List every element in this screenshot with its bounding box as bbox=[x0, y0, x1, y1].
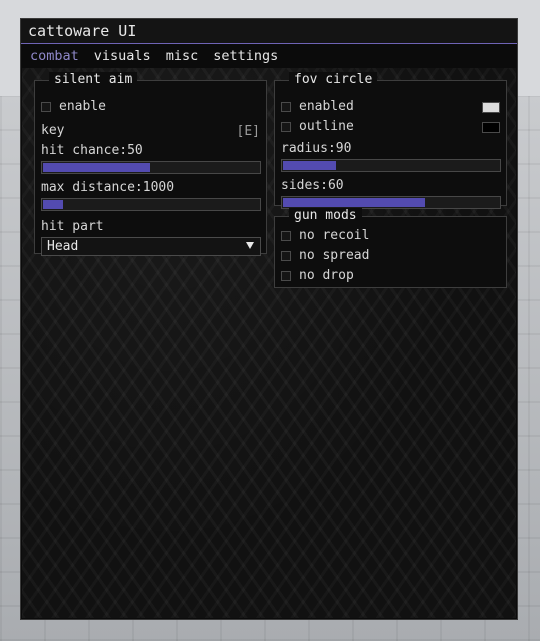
no-spread-checkbox[interactable] bbox=[281, 251, 291, 261]
max-distance-value: 1000 bbox=[142, 180, 175, 195]
sides-label: sides:60 bbox=[281, 178, 344, 194]
max-distance-slider-fill bbox=[43, 200, 63, 209]
no-drop-checkbox[interactable] bbox=[281, 271, 291, 281]
cheat-menu-window: cattoware UI combat visuals misc setting… bbox=[20, 18, 518, 620]
no-spread-label[interactable]: no spread bbox=[299, 248, 369, 264]
fov-outline-checkbox[interactable] bbox=[281, 122, 291, 132]
chevron-down-icon bbox=[246, 242, 254, 249]
no-recoil-label[interactable]: no recoil bbox=[299, 228, 369, 244]
sides-label-text: sides: bbox=[281, 178, 328, 193]
fov-circle-group: fov circle enabled outline radius:90 sid… bbox=[274, 72, 507, 209]
tab-content-area: silent aim enable key [E] hit chance:50 … bbox=[22, 68, 516, 618]
silent-aim-title: silent aim bbox=[49, 72, 138, 88]
radius-label-text: radius: bbox=[281, 141, 336, 156]
no-drop-label[interactable]: no drop bbox=[299, 268, 354, 284]
hit-chance-label-text: hit chance: bbox=[41, 143, 128, 158]
hit-part-dropdown[interactable]: Head bbox=[41, 237, 261, 256]
no-recoil-checkbox[interactable] bbox=[281, 231, 291, 241]
tab-misc[interactable]: misc bbox=[166, 48, 199, 64]
tab-bar: combat visuals misc settings bbox=[21, 44, 517, 68]
window-title[interactable]: cattoware UI bbox=[21, 19, 517, 44]
tab-combat[interactable]: combat bbox=[30, 48, 79, 64]
hit-part-selected: Head bbox=[47, 239, 79, 254]
max-distance-slider[interactable] bbox=[41, 198, 261, 211]
hit-chance-slider-fill bbox=[43, 163, 150, 172]
sides-slider-fill bbox=[283, 198, 425, 207]
hit-chance-value: 50 bbox=[127, 143, 143, 158]
key-label: key bbox=[41, 123, 65, 138]
tab-visuals[interactable]: visuals bbox=[94, 48, 151, 64]
hit-chance-label: hit chance:50 bbox=[41, 143, 143, 159]
silent-aim-group: silent aim enable key [E] hit chance:50 … bbox=[34, 72, 267, 256]
fov-outline-color-picker[interactable] bbox=[482, 122, 500, 133]
fov-enabled-color-picker[interactable] bbox=[482, 102, 500, 113]
hit-chance-slider[interactable] bbox=[41, 161, 261, 174]
tab-settings[interactable]: settings bbox=[213, 48, 278, 64]
radius-slider[interactable] bbox=[281, 159, 501, 172]
keybind-value[interactable]: [E] bbox=[237, 124, 260, 140]
radius-value: 90 bbox=[335, 141, 352, 156]
hit-part-label: hit part bbox=[41, 219, 104, 234]
max-distance-label-text: max distance: bbox=[41, 180, 143, 195]
silent-aim-enable-label[interactable]: enable bbox=[59, 99, 106, 115]
fov-enabled-label[interactable]: enabled bbox=[299, 99, 354, 115]
max-distance-label: max distance:1000 bbox=[41, 180, 174, 196]
gun-mods-title: gun mods bbox=[289, 208, 362, 224]
silent-aim-enable-checkbox[interactable] bbox=[41, 102, 51, 112]
sides-value: 60 bbox=[327, 178, 344, 193]
radius-slider-fill bbox=[283, 161, 336, 170]
fov-circle-title: fov circle bbox=[289, 72, 378, 88]
fov-enabled-checkbox[interactable] bbox=[281, 102, 291, 112]
gun-mods-group: gun mods no recoil no spread no drop bbox=[274, 208, 507, 288]
fov-outline-label[interactable]: outline bbox=[299, 119, 354, 135]
radius-label: radius:90 bbox=[281, 141, 351, 157]
